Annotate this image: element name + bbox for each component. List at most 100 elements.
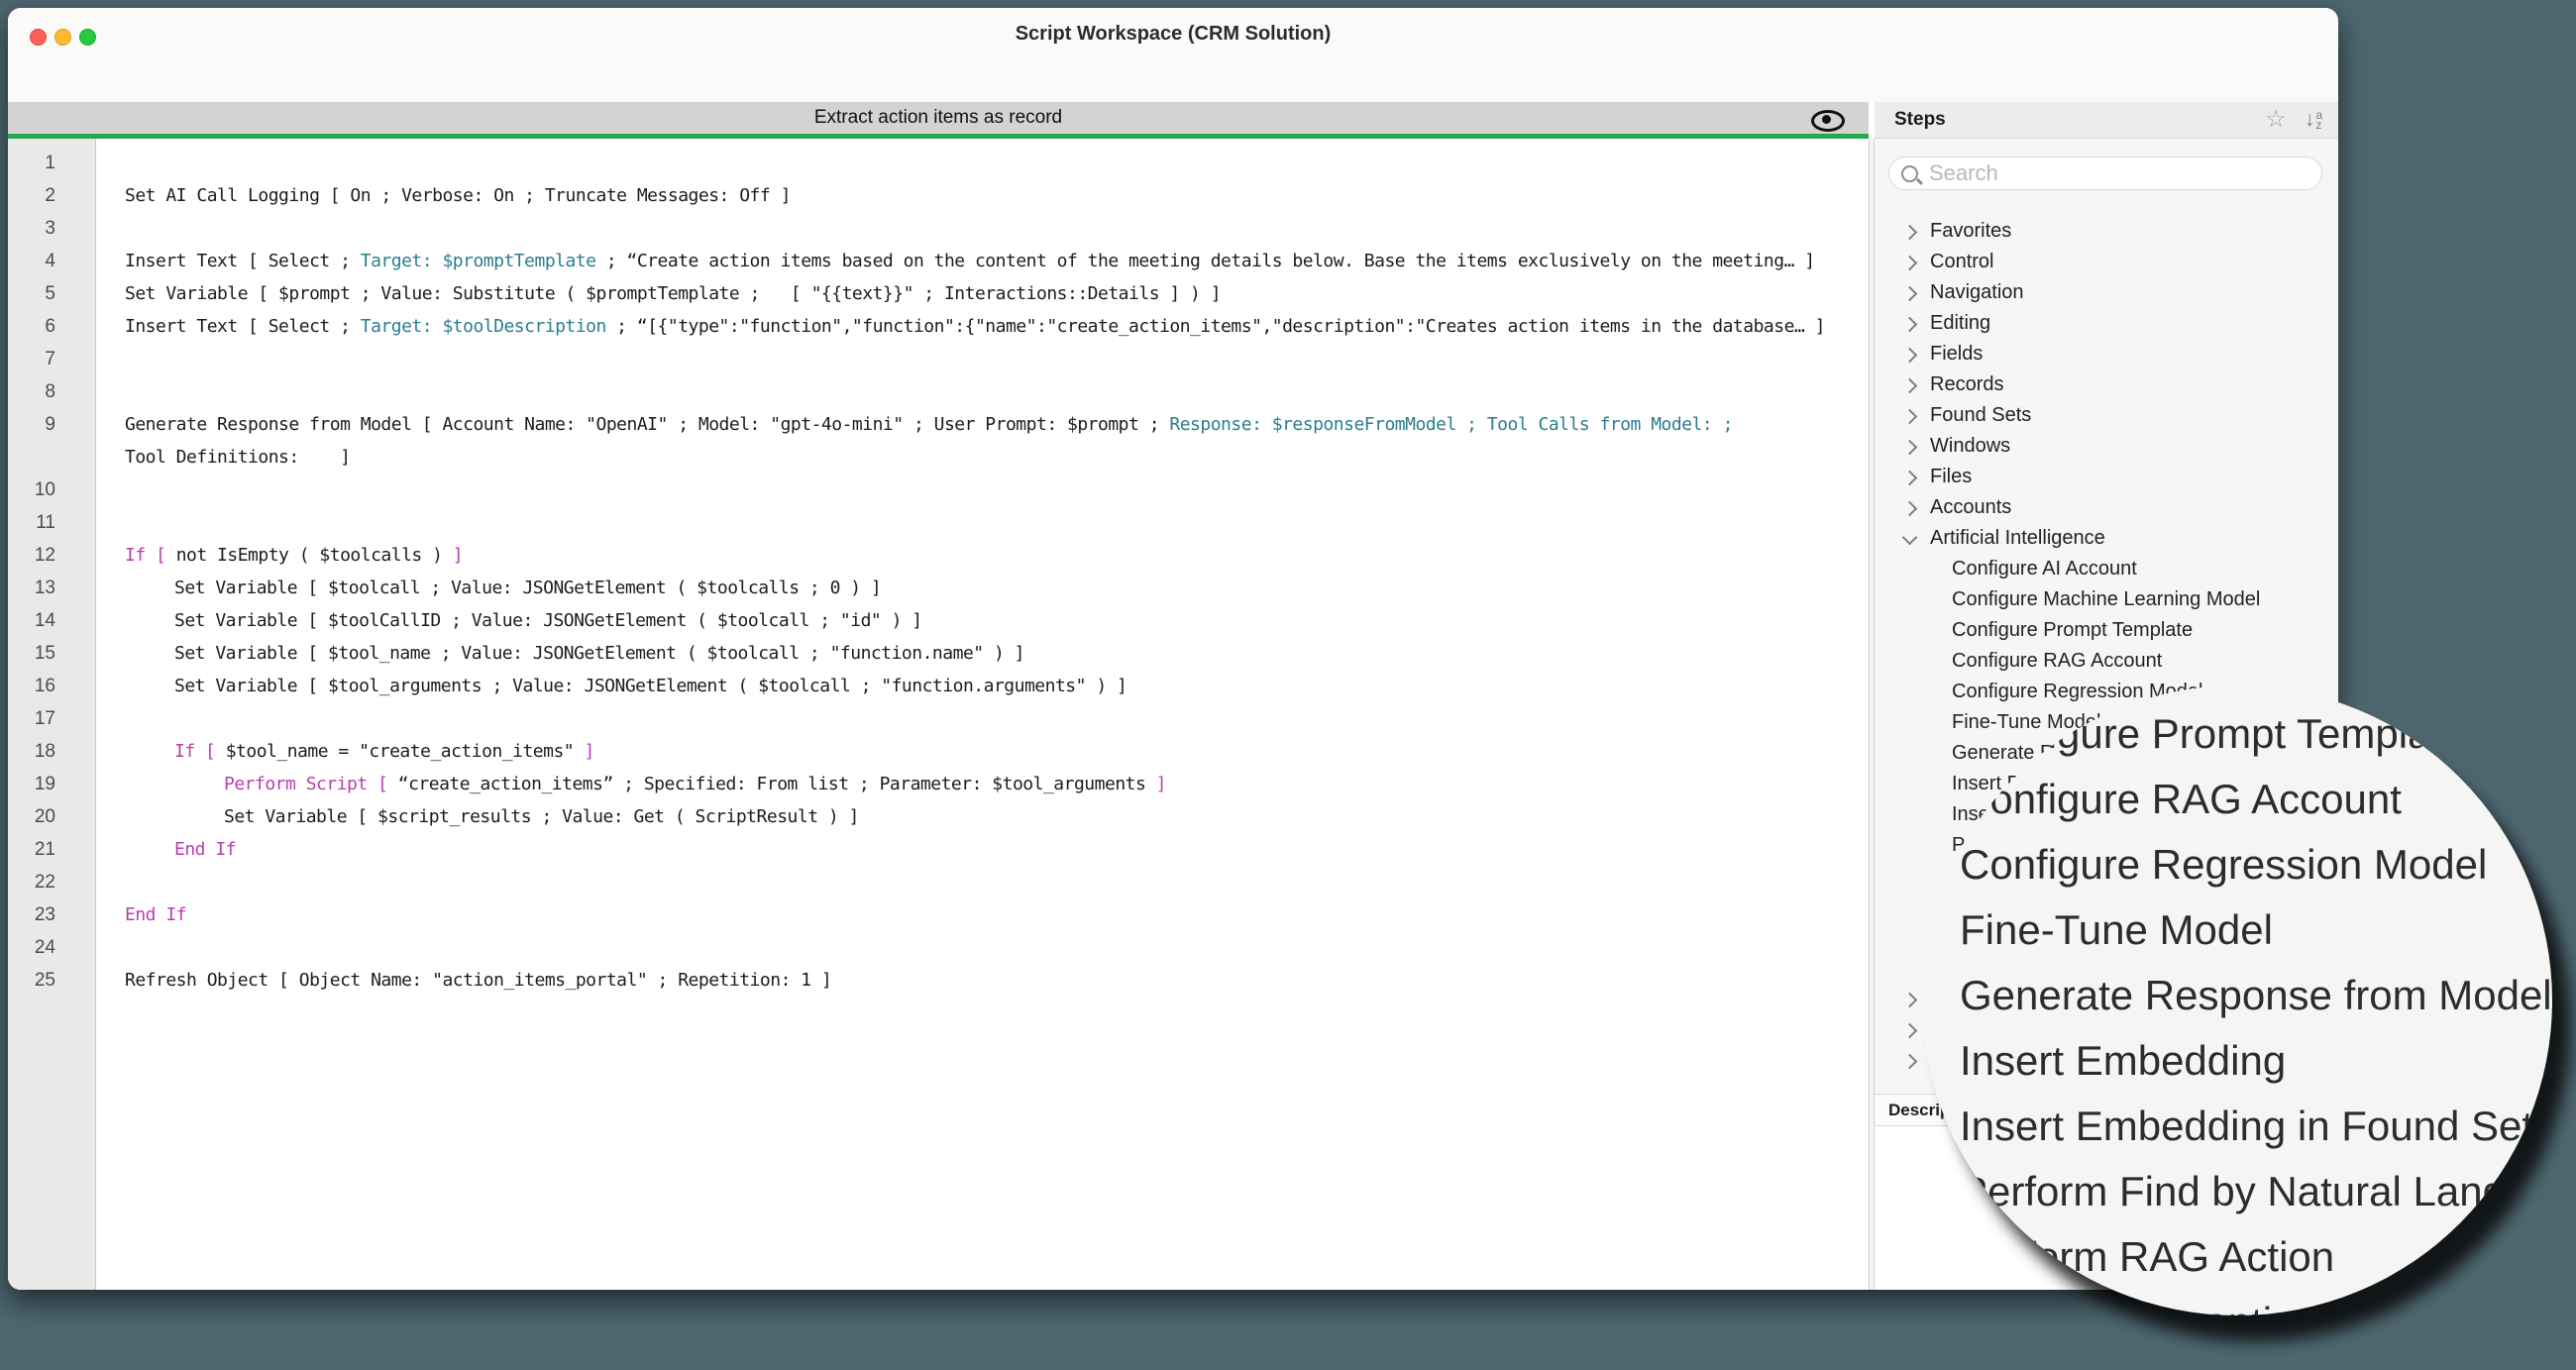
- eye-icon[interactable]: [1811, 110, 1845, 132]
- step-item[interactable]: Configure RAG Account: [1875, 646, 2338, 677]
- script-line[interactable]: 17: [8, 702, 1869, 735]
- script-line[interactable]: 13 Set Variable [ $toolcall ; Value: JSON…: [8, 572, 1869, 604]
- chevron-right-icon[interactable]: [1901, 408, 1918, 425]
- desktop-background: Script Workspace (CRM Solution) Extract …: [0, 0, 2576, 1370]
- chevron-right-icon[interactable]: [1901, 1022, 1918, 1039]
- script-line[interactable]: 2 Set AI Call Logging [ On ; Verbose: On …: [8, 179, 1869, 212]
- step-item[interactable]: Configure AI Account: [1875, 554, 2338, 584]
- script-step-text: Generate Response from Model [ Account N…: [125, 408, 1733, 441]
- line-number: 24: [34, 937, 55, 958]
- script-line[interactable]: 16 Set Variable [ $tool_arguments ; Value…: [8, 670, 1869, 702]
- step-label: Editing: [1930, 312, 1991, 334]
- script-line[interactable]: 24: [8, 931, 1869, 964]
- line-number: 19: [34, 774, 55, 794]
- script-line[interactable]: 3: [8, 212, 1869, 245]
- script-line[interactable]: 12 If [ not IsEmpty ( $toolcalls ) ]: [8, 539, 1869, 572]
- script-line[interactable]: 15 Set Variable [ $tool_name ; Value: JSO…: [8, 637, 1869, 670]
- line-number: 11: [36, 512, 55, 533]
- title-bar: Script Workspace (CRM Solution): [8, 8, 2338, 57]
- script-line[interactable]: 10: [8, 474, 1869, 506]
- script-line[interactable]: 7: [8, 343, 1869, 375]
- step-category[interactable]: Navigation: [1875, 277, 2338, 308]
- script-line[interactable]: 4 Insert Text [ Select ; Target: $promptT…: [8, 245, 1869, 277]
- step-category[interactable]: Found Sets: [1875, 400, 2338, 431]
- script-line[interactable]: 19 Perform Script [ “create_action_items”…: [8, 768, 1869, 800]
- step-category[interactable]: Windows: [1875, 431, 2338, 462]
- script-step-text: Refresh Object [ Object Name: "action_it…: [125, 964, 832, 997]
- line-number: 8: [45, 381, 55, 402]
- lens-magnified-step: Generate Response from Model: [1960, 972, 2552, 1018]
- line-number: 13: [34, 578, 55, 598]
- script-line[interactable]: 14 Set Variable [ $toolCallID ; Value: JS…: [8, 604, 1869, 637]
- chevron-right-icon[interactable]: [1901, 470, 1918, 486]
- chevron-right-icon[interactable]: [1901, 347, 1918, 364]
- chevron-right-icon[interactable]: [1901, 224, 1918, 241]
- script-line[interactable]: 22: [8, 866, 1869, 898]
- step-category[interactable]: Fields: [1875, 339, 2338, 369]
- sort-az-icon[interactable]: ↓ az: [2305, 109, 2322, 131]
- code-keyword: If [: [174, 741, 226, 762]
- step-item[interactable]: Configure Machine Learning Model: [1875, 584, 2338, 615]
- step-label: Favorites: [1930, 220, 2012, 242]
- code-keyword: ]: [1155, 774, 1167, 794]
- script-line[interactable]: 20 Set Variable [ $script_results ; Value…: [8, 800, 1869, 833]
- script-line[interactable]: 21 End If: [8, 833, 1869, 866]
- lens-magnified-step: Perform Semantic Find: [1960, 1290, 2385, 1316]
- step-category[interactable]: Control: [1875, 247, 2338, 277]
- script-line[interactable]: 1: [8, 147, 1869, 179]
- script-line[interactable]: 8: [8, 375, 1869, 408]
- favorites-star-icon[interactable]: ☆: [2265, 108, 2287, 132]
- step-category[interactable]: Records: [1875, 369, 2338, 400]
- script-line[interactable]: 11: [8, 506, 1869, 539]
- step-label: Control: [1930, 251, 1994, 272]
- chevron-right-icon[interactable]: [1901, 439, 1918, 456]
- script-step-text: End If: [174, 833, 237, 866]
- chevron-right-icon[interactable]: [1901, 1053, 1918, 1070]
- chevron-down-icon[interactable]: [1901, 529, 1918, 546]
- steps-search-field[interactable]: [1888, 157, 2322, 190]
- script-step-text: If [ not IsEmpty ( $toolcalls ) ]: [125, 539, 464, 572]
- tab-row: Extract action items as record Steps ☆ ↓…: [8, 102, 2338, 139]
- step-category[interactable]: Favorites: [1875, 216, 2338, 247]
- script-step-text: Insert Text [ Select ; Target: $toolDesc…: [125, 310, 1825, 343]
- script-step-text: Tool Definitions: ]: [125, 447, 351, 468]
- step-category[interactable]: Files: [1875, 462, 2338, 492]
- code-text: ; “[{"type":"function","function":{"name…: [605, 316, 1825, 337]
- code-parameter: Response: $responseFromModel ; Tool Call…: [1169, 414, 1733, 435]
- script-line[interactable]: 6 Insert Text [ Select ; Target: $toolDes…: [8, 310, 1869, 343]
- script-line[interactable]: 25 Refresh Object [ Object Name: "action_…: [8, 964, 1869, 997]
- line-number: 22: [34, 872, 55, 893]
- code-parameter: Target: $promptTemplate: [360, 251, 596, 271]
- script-line[interactable]: 9 Generate Response from Model [ Account …: [8, 408, 1869, 441]
- step-category[interactable]: Editing: [1875, 308, 2338, 339]
- code-keyword: If [: [125, 545, 176, 566]
- code-keyword: End If: [125, 904, 187, 925]
- script-step-text: Set AI Call Logging [ On ; Verbose: On ;…: [125, 179, 791, 212]
- step-label: Configure Prompt Template: [1952, 619, 2194, 641]
- chevron-right-icon[interactable]: [1901, 500, 1918, 517]
- script-tab[interactable]: Extract action items as record: [8, 102, 1869, 134]
- script-line[interactable]: 18 If [ $tool_name = "create_action_items…: [8, 735, 1869, 768]
- chevron-right-icon[interactable]: [1901, 285, 1918, 302]
- chevron-right-icon[interactable]: [1901, 255, 1918, 271]
- script-line[interactable]: 23 End If: [8, 898, 1869, 931]
- line-number: 5: [45, 283, 55, 304]
- code-keyword: ]: [574, 741, 594, 762]
- step-category[interactable]: Artificial Intelligence: [1875, 523, 2338, 554]
- code-text: Insert Text [ Select ;: [125, 316, 361, 337]
- code-text: Set Variable [ $prompt ; Value: Substitu…: [125, 283, 1222, 304]
- search-input[interactable]: [1927, 159, 2288, 187]
- chevron-right-icon[interactable]: [1901, 992, 1918, 1008]
- step-category[interactable]: Accounts: [1875, 492, 2338, 523]
- line-number: 17: [34, 708, 55, 729]
- script-line[interactable]: 5 Set Variable [ $prompt ; Value: Substit…: [8, 277, 1869, 310]
- step-label: Configure Machine Learning Model: [1952, 588, 2261, 610]
- step-item[interactable]: Configure Prompt Template: [1875, 615, 2338, 646]
- script-line-continuation[interactable]: Tool Definitions: ]: [8, 441, 1869, 474]
- chevron-right-icon[interactable]: [1901, 377, 1918, 394]
- chevron-right-icon[interactable]: [1901, 316, 1918, 333]
- code-keyword: End If: [174, 839, 237, 860]
- line-number: 2: [45, 185, 55, 206]
- script-editor[interactable]: 1 2 Set AI Call Logging [ On ; Verbose: On…: [8, 139, 1869, 1290]
- window-title: Script Workspace (CRM Solution): [1015, 23, 1332, 45]
